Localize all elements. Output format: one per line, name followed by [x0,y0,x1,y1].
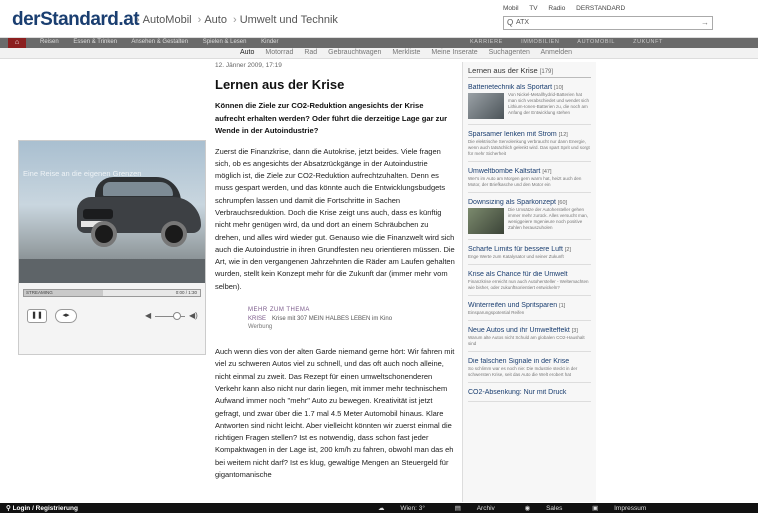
sales-link[interactable]: ◉ Sales [525,505,577,512]
top-links: Mobil TV Radio DERSTANDARD [503,5,634,12]
breadcrumb: › AutoMobil › Auto › Umwelt und Technik [136,14,338,26]
breadcrumb-umwelt[interactable]: Umwelt und Technik [240,14,338,26]
sidebar-item[interactable]: Umweltbombe Kaltstart [47] Wer's im Auto… [468,168,591,193]
home-icon[interactable]: ⌂ [8,38,26,48]
impressum-link[interactable]: ▣ Impressum [592,505,660,512]
related-link[interactable]: Krise mit 307 MEIN HALBES LEBEN im Kino [272,316,392,322]
nav-kinder[interactable]: Kinder [261,39,278,45]
video-player[interactable]: Eine Reise an die eigenen Grenzen STREAM… [18,140,206,355]
battery-thumbnail[interactable] [468,93,504,119]
subnav-rad[interactable]: Rad [304,49,317,56]
sidebar-item[interactable]: Die falschen Signale in der Krise So sch… [468,358,591,383]
nav-ansehen-gestalten[interactable]: Ansehen & Gestalten [131,39,188,45]
secondary-nav: Auto Motorrad Rad Gebrauchtwagen Merklis… [0,48,758,59]
subnav-suchagenten[interactable]: Suchagenten [489,49,530,56]
article-title: Lernen aus der Krise [215,77,345,92]
volume-low-icon[interactable]: ◀ [145,311,151,320]
sidebar-item[interactable]: Batterietechnik als Sportart [10] Von Ni… [468,84,591,125]
article: 12. Jänner 2009, 17:19 Lernen aus der Kr… [215,62,455,481]
sidebar-item[interactable]: Neue Autos und ihr Umwelteffekt [3] Waru… [468,327,591,352]
road-image [19,259,205,283]
video-controls: ❚❚ ◂▸ ◀ ◀) [23,309,201,325]
sales-icon: ◉ [524,505,533,512]
related-box: MEHR ZUM THEMA KRISE Krise mit 307 MEIN H… [248,307,455,330]
top-link-mobil[interactable]: Mobil [503,5,519,12]
user-icon: ⚲ [6,505,13,512]
engine-thumbnail[interactable] [468,208,504,234]
archive-icon: ▤ [454,505,463,512]
search-input[interactable]: Q ATX → [503,16,713,30]
sidebar-item[interactable]: Krise als Chance für die Umwelt Finanzkr… [468,271,591,296]
subnav-anmelden[interactable]: Anmelden [540,49,572,56]
subnav-gebrauchtwagen[interactable]: Gebrauchtwagen [328,49,381,56]
subnav-motorrad[interactable]: Motorrad [265,49,293,56]
volume-slider-handle[interactable] [173,312,181,320]
related-keyword[interactable]: KRISE [248,316,266,322]
breadcrumb-automobil[interactable]: AutoMobil [143,14,192,26]
loop-toggle-button[interactable]: ◂▸ [55,309,77,323]
search-value: ATX [516,19,530,26]
article-lead: Können die Ziele zur CO2-Reduktion anges… [215,101,448,135]
car-image [77,171,201,253]
article-paragraph-1: Zuerst die Finanzkrise, dann die Autokri… [215,146,455,291]
sidebar-item[interactable]: CO2-Absenkung: Nur mit Druck [468,389,591,402]
article-date: 12. Jänner 2009, 17:19 [215,62,282,69]
sidebar-heading[interactable]: Lernen aus der Krise [179] [468,66,591,78]
nav-reisen[interactable]: Reisen [40,39,59,45]
pause-button[interactable]: ❚❚ [27,309,47,323]
login-register-link[interactable]: ⚲ Login / Registrierung [6,504,78,512]
site-logo[interactable]: derStandard.at [12,9,140,31]
archive-link[interactable]: ▤ Archiv [455,505,509,512]
top-link-tv[interactable]: TV [529,5,537,12]
primary-nav: ⌂ Reisen Essen & Trinken Ansehen & Gesta… [0,38,758,48]
footer-bar: ⚲ Login / Registrierung ☁ Wien: 3° ▤ Arc… [0,503,758,513]
breadcrumb-auto[interactable]: Auto [204,14,227,26]
video-screen[interactable]: Eine Reise an die eigenen Grenzen [19,141,205,283]
article-paragraph-2: Auch wenn dies von der alten Garde niema… [215,347,455,480]
site-header: derStandard.at › AutoMobil › Auto › Umwelt … [0,0,758,38]
video-status: STREAMING [26,290,53,295]
nav-zukunft[interactable]: ZUKUNFT [633,39,663,45]
sidebar-item[interactable]: Winterreifen und Spritsparen [1] Einspar… [468,302,591,321]
weather-icon: ☁ [378,505,387,512]
nav-essen-trinken[interactable]: Essen & Trinken [73,39,117,45]
impressum-icon: ▣ [592,505,601,512]
sidebar-item[interactable]: Scharfe Limits für bessere Luft [2] Enge… [468,246,591,265]
top-link-radio[interactable]: Radio [548,5,565,12]
nav-spielen-lesen[interactable]: Spielen & Lesen [203,39,247,45]
subnav-meine-inserate[interactable]: Meine Inserate [431,49,477,56]
search-submit-arrow-icon[interactable]: → [701,18,709,27]
video-time: 0:00 / 1:30 [175,290,197,295]
sidebar-item[interactable]: Sparsamer lenken mit Strom [12] Die elek… [468,131,591,162]
weather-link[interactable]: ☁ Wien: 3° [378,505,439,512]
related-heading: MEHR ZUM THEMA [248,307,310,314]
subnav-merkliste[interactable]: Merkliste [392,49,420,56]
subnav-auto[interactable]: Auto [240,49,254,56]
volume-high-icon[interactable]: ◀) [189,311,198,320]
nav-automobil[interactable]: AUTOMOBIL [577,39,615,45]
related-ad-note: Werbung [248,324,273,331]
sidebar-item[interactable]: Downsizing als Sparkonzept [60] Die Umsä… [468,199,591,240]
related-articles-sidebar: Lernen aus der Krise [179] Batterietechn… [462,62,596,502]
search-icon: Q [507,18,514,27]
video-overlay-text: Eine Reise an die eigenen Grenzen [23,169,142,178]
top-link-derstandard[interactable]: DERSTANDARD [576,5,625,12]
nav-karriere[interactable]: KARRIERE [470,39,503,45]
video-progress-bar[interactable]: STREAMING 0:00 / 1:30 [23,289,201,297]
nav-immobilien[interactable]: IMMOBILIEN [521,39,559,45]
